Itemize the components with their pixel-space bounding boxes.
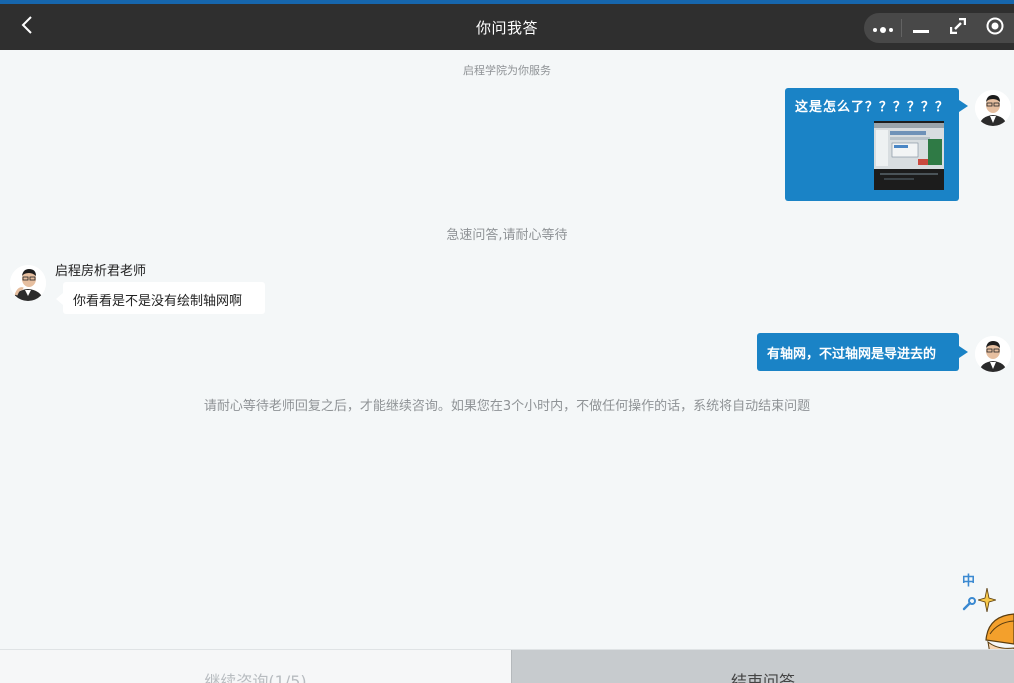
bottom-action-bar: 继续咨询(1/5) 结束问答 bbox=[0, 649, 1014, 683]
restore-icon bbox=[949, 17, 966, 38]
app-window: 你问我答 启程学院为你服务 这是怎么了？？？？？？ 急速问答,请耐心等待 启程房… bbox=[0, 0, 1014, 683]
teacher-message-bubble[interactable]: 你看看是不是没有绘制轴网啊 bbox=[56, 282, 265, 314]
continue-consult-button[interactable]: 继续咨询(1/5) bbox=[0, 650, 511, 683]
user-avatar[interactable] bbox=[975, 336, 1011, 372]
user-message-bubble[interactable]: 这是怎么了？？？？？？ bbox=[785, 88, 968, 201]
ime-indicator[interactable]: 中 bbox=[962, 570, 975, 589]
close-button[interactable] bbox=[976, 13, 1013, 43]
end-qa-label: 结束问答 bbox=[730, 672, 795, 683]
minimize-button[interactable] bbox=[902, 13, 939, 43]
service-note: 启程学院为你服务 bbox=[463, 64, 551, 77]
restore-button[interactable] bbox=[939, 13, 976, 43]
window-capsule bbox=[864, 13, 1014, 43]
mascot-icon[interactable] bbox=[984, 594, 1014, 655]
message-text: 这是怎么了？？？？？？ bbox=[795, 100, 950, 115]
user-message-bubble[interactable]: 有轴网，不过轴网是导进去的 bbox=[757, 333, 968, 371]
minimize-icon bbox=[912, 19, 929, 38]
screenshot-thumbnail[interactable] bbox=[874, 121, 944, 190]
page-title: 你问我答 bbox=[475, 19, 538, 37]
user-avatar[interactable] bbox=[975, 90, 1011, 126]
more-dots-icon bbox=[872, 19, 894, 38]
close-target-icon bbox=[986, 17, 1004, 39]
wrench-icon[interactable] bbox=[962, 596, 976, 611]
message-text: 你看看是不是没有绘制轴网啊 bbox=[73, 294, 243, 309]
system-note-waiting: 急速问答,请耐心等待 bbox=[446, 228, 568, 243]
message-text: 有轴网，不过轴网是导进去的 bbox=[767, 347, 937, 362]
end-qa-button[interactable]: 结束问答 bbox=[511, 650, 1014, 683]
system-note-timeout: 请耐心等待老师回复之后，才能继续咨询。如果您在3个小时内，不做任何操作的话，系统… bbox=[203, 399, 811, 414]
title-bar: 你问我答 bbox=[0, 4, 1014, 50]
teacher-name: 启程房析君老师 bbox=[55, 264, 147, 279]
continue-consult-label: 继续咨询(1/5) bbox=[204, 672, 307, 683]
more-button[interactable] bbox=[864, 13, 901, 43]
teacher-avatar[interactable] bbox=[10, 265, 46, 301]
